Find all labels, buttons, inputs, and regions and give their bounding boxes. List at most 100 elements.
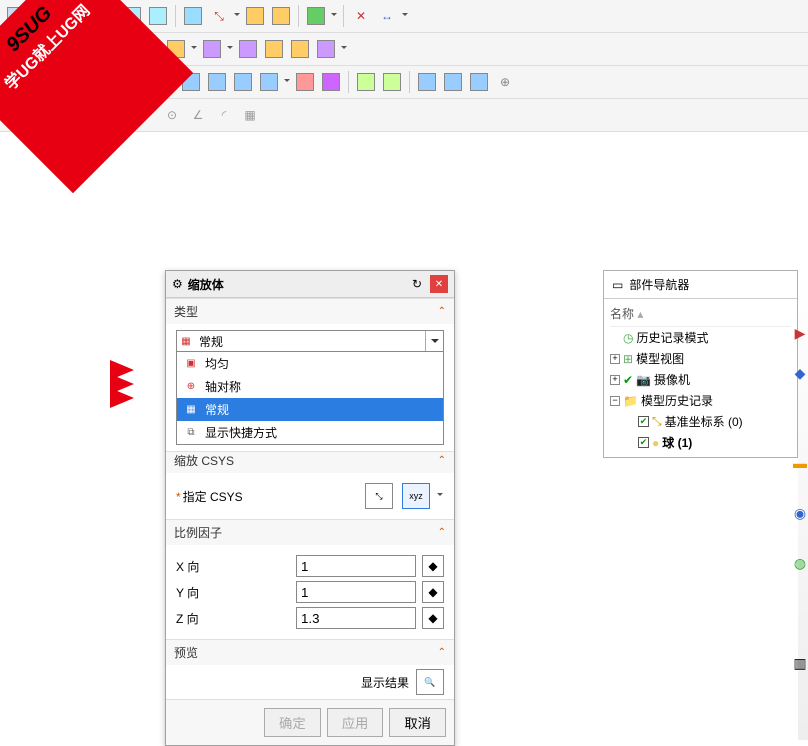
close-icon[interactable]: ✕ xyxy=(430,275,448,293)
camera-icon: 📷 xyxy=(636,373,651,387)
resource-icon[interactable]: ◉ xyxy=(790,500,808,526)
section-header[interactable]: 类型 ⌃ xyxy=(166,299,454,324)
tree-history-mode[interactable]: ◷ 历史记录模式 xyxy=(610,327,791,348)
sheet-icon[interactable] xyxy=(257,70,281,94)
tree-sphere[interactable]: ✔ ● 球 (1) xyxy=(610,432,791,453)
spin-button[interactable]: ◆ xyxy=(422,607,444,629)
type-dropdown: ▣ 均匀 ⊕ 轴对称 ▦ 常规 ⧉ 显示快捷方式 xyxy=(176,352,444,445)
dropdown-icon[interactable] xyxy=(340,37,348,61)
dropdown-icon[interactable] xyxy=(283,70,291,94)
tree-label: 模型历史记录 xyxy=(641,392,713,409)
cube-icon[interactable] xyxy=(262,37,286,61)
annotation-arrows xyxy=(110,360,144,402)
tree-camera[interactable]: + ✔ 📷 摄像机 xyxy=(610,369,791,390)
cube-icon[interactable] xyxy=(200,37,224,61)
snap-icon[interactable]: ▦ xyxy=(238,103,262,127)
tree-datum-csys[interactable]: ✔ ⤡ 基准坐标系 (0) xyxy=(610,411,791,432)
tree-model-view[interactable]: + ⊞ 模型视图 xyxy=(610,348,791,369)
tool-icon[interactable] xyxy=(441,70,465,94)
tool-icon[interactable] xyxy=(146,4,170,28)
general-scale-icon: ▦ xyxy=(177,331,195,351)
spin-button[interactable]: ◆ xyxy=(422,581,444,603)
option-uniform[interactable]: ▣ 均匀 xyxy=(177,352,443,375)
graphics-area[interactable]: ⚙ 缩放体 ↻ ✕ 类型 ⌃ ▦ 常规 ▣ 均匀 xyxy=(0,132,808,612)
tool-icon[interactable] xyxy=(415,70,439,94)
view-icon: ⊞ xyxy=(623,352,633,366)
section-csys: 缩放 CSYS ⌃ *指定 CSYS ⤡ xyz xyxy=(166,451,454,519)
sheet-icon[interactable] xyxy=(231,70,255,94)
cancel-button[interactable]: 取消 xyxy=(389,708,446,737)
tool-icon[interactable] xyxy=(243,4,267,28)
section-header[interactable]: 比例因子 ⌃ xyxy=(166,520,454,545)
gear-icon: ⚙ xyxy=(172,277,183,291)
tool-icon[interactable]: ✕ xyxy=(349,4,373,28)
snap-icon[interactable]: ⊙ xyxy=(160,103,184,127)
x-input[interactable] xyxy=(296,555,416,577)
resource-icon[interactable]: ◍ xyxy=(790,550,808,576)
specify-csys-label: *指定 CSYS xyxy=(176,488,356,505)
dropdown-icon[interactable] xyxy=(330,4,338,28)
check-icon: ✔ xyxy=(623,373,633,387)
dropdown-icon[interactable] xyxy=(401,4,409,28)
measure-icon[interactable]: ↔ xyxy=(375,4,399,28)
dialog-titlebar[interactable]: ⚙ 缩放体 ↻ ✕ xyxy=(166,271,454,298)
tool-icon[interactable] xyxy=(467,70,491,94)
tool-icon[interactable] xyxy=(354,70,378,94)
apply-button[interactable]: 应用 xyxy=(327,708,384,737)
tool-icon[interactable] xyxy=(293,70,317,94)
expand-icon[interactable]: + xyxy=(610,375,620,385)
dropdown-icon[interactable] xyxy=(190,37,198,61)
csys-dialog-button[interactable]: ⤡ xyxy=(365,483,393,509)
dropdown-icon[interactable] xyxy=(436,484,444,508)
expand-icon[interactable]: + xyxy=(610,354,620,364)
tool-icon[interactable] xyxy=(181,4,205,28)
cube-icon[interactable] xyxy=(314,37,338,61)
option-general[interactable]: ▦ 常规 xyxy=(177,398,443,421)
tool-icon[interactable]: ⊕ xyxy=(493,70,517,94)
cube-icon[interactable] xyxy=(236,37,260,61)
option-label: 显示快捷方式 xyxy=(205,424,277,441)
cube-icon[interactable] xyxy=(288,37,312,61)
dropdown-icon[interactable] xyxy=(233,4,241,28)
general-icon: ▦ xyxy=(183,403,199,417)
section-header[interactable]: 缩放 CSYS ⌃ xyxy=(166,452,454,473)
show-result-button[interactable]: 🔍 xyxy=(416,669,444,695)
spin-button[interactable]: ◆ xyxy=(422,555,444,577)
type-combo[interactable]: ▦ 常规 xyxy=(176,330,444,352)
option-axisymmetric[interactable]: ⊕ 轴对称 xyxy=(177,375,443,398)
tree-model-history[interactable]: − 📁 模型历史记录 xyxy=(610,390,791,411)
dropdown-icon[interactable] xyxy=(226,37,234,61)
resource-icon[interactable]: ◆ xyxy=(790,360,808,386)
y-input[interactable] xyxy=(296,581,416,603)
resource-icon[interactable]: ▥ xyxy=(790,650,808,676)
tool-icon[interactable] xyxy=(319,70,343,94)
show-result-label: 显示结果 xyxy=(361,674,409,691)
panel-title[interactable]: ▭ 部件导航器 xyxy=(604,271,797,299)
section-type: 类型 ⌃ ▦ 常规 ▣ 均匀 ⊕ 轴对称 xyxy=(166,298,454,451)
section-header[interactable]: 预览 ⌃ xyxy=(166,640,454,665)
reset-icon[interactable]: ↻ xyxy=(408,275,426,293)
snap-icon[interactable]: ∠ xyxy=(186,103,210,127)
chevron-up-icon: ⌃ xyxy=(438,527,446,538)
resource-icon[interactable]: ▬ xyxy=(790,450,808,476)
dropdown-button[interactable] xyxy=(425,331,443,351)
tool-icon[interactable] xyxy=(269,4,293,28)
checkbox[interactable]: ✔ xyxy=(638,416,649,427)
option-shortcut[interactable]: ⧉ 显示快捷方式 xyxy=(177,421,443,444)
collapse-icon[interactable]: − xyxy=(610,396,620,406)
snap-icon[interactable]: ◜ xyxy=(212,103,236,127)
resource-icon[interactable]: ▶ xyxy=(790,320,808,346)
section-preview: 预览 ⌃ 显示结果 🔍 xyxy=(166,639,454,699)
sort-icon: ▴ xyxy=(637,307,643,321)
chevron-up-icon: ⌃ xyxy=(438,647,446,658)
tool-icon[interactable] xyxy=(304,4,328,28)
csys-picker-button[interactable]: xyz xyxy=(402,483,430,509)
tree-label: 球 (1) xyxy=(662,434,692,451)
checkbox[interactable]: ✔ xyxy=(638,437,649,448)
tool-icon[interactable] xyxy=(380,70,404,94)
axis-icon[interactable]: ⤡ xyxy=(207,4,231,28)
ok-button[interactable]: 确定 xyxy=(264,708,321,737)
z-input[interactable] xyxy=(296,607,416,629)
column-header[interactable]: 名称 ▴ xyxy=(610,303,791,327)
sheet-icon[interactable] xyxy=(205,70,229,94)
